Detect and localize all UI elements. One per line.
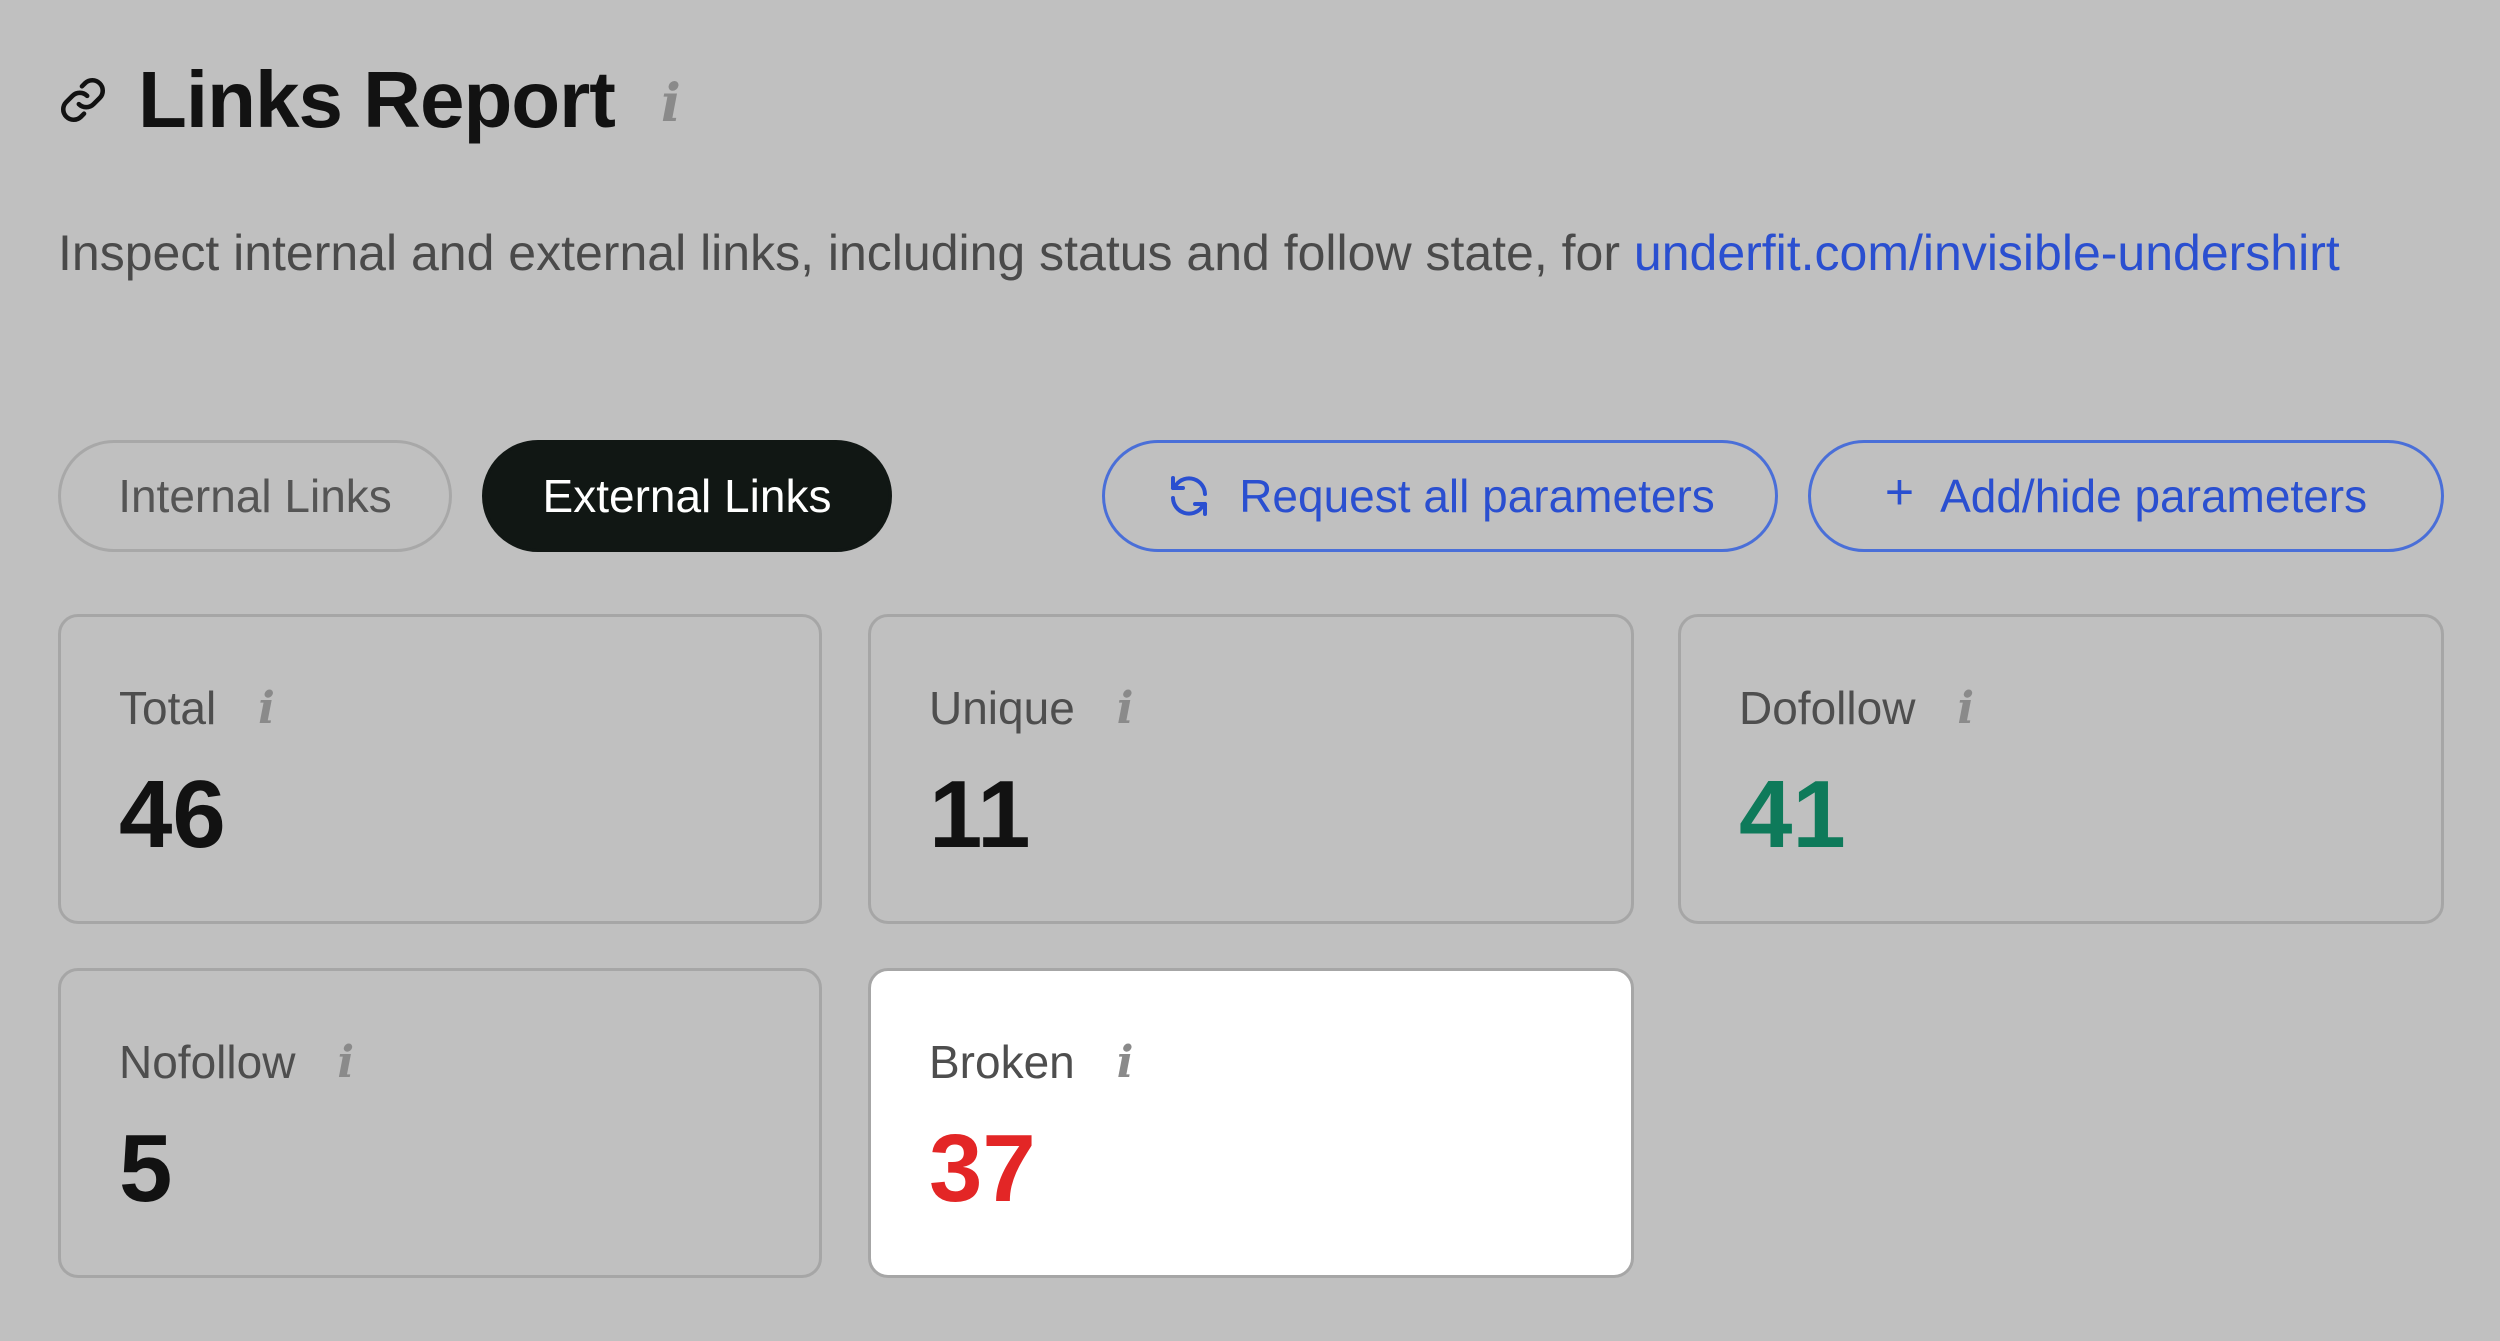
request-all-parameters-button[interactable]: Request all parameters	[1102, 440, 1778, 552]
page-header: Links Report i	[58, 50, 681, 150]
page-title: Links Report	[138, 55, 616, 144]
info-icon[interactable]: i	[1117, 683, 1134, 734]
stat-label-unique: Unique	[929, 682, 1075, 734]
stat-card-broken[interactable]: Broken i 37	[868, 968, 1634, 1278]
stat-label-broken: Broken	[929, 1036, 1075, 1088]
info-icon[interactable]: i	[337, 1037, 354, 1088]
stat-card-dofollow: Dofollow i 41	[1678, 614, 2444, 924]
stat-value-nofollow: 5	[119, 1115, 173, 1222]
stat-value-total: 46	[119, 761, 226, 868]
request-all-parameters-label: Request all parameters	[1239, 470, 1715, 522]
page-description: Inspect internal and external links, inc…	[58, 218, 2418, 288]
refresh-icon	[1165, 472, 1213, 520]
stat-card-nofollow: Nofollow i 5	[58, 968, 822, 1278]
stat-label-dofollow: Dofollow	[1739, 682, 1916, 734]
info-icon[interactable]: i	[258, 683, 275, 734]
tab-external-links[interactable]: External Links	[482, 440, 892, 552]
info-icon[interactable]: i	[661, 73, 681, 134]
stat-value-unique: 11	[929, 761, 1031, 868]
plus-icon: +	[1884, 464, 1915, 520]
stat-label-nofollow: Nofollow	[119, 1036, 296, 1088]
stat-card-total: Total i 46	[58, 614, 822, 924]
add-hide-parameters-button[interactable]: + Add/hide parameters	[1808, 440, 2444, 552]
stat-value-dofollow: 41	[1739, 761, 1846, 868]
link-icon	[58, 75, 108, 125]
stat-value-broken: 37	[929, 1115, 1036, 1222]
add-hide-parameters-label: Add/hide parameters	[1940, 470, 2368, 522]
info-icon[interactable]: i	[1117, 1037, 1134, 1088]
info-icon[interactable]: i	[1957, 683, 1974, 734]
stat-card-unique: Unique i 11	[868, 614, 1634, 924]
tab-internal-links[interactable]: Internal Links	[58, 440, 452, 552]
description-text: Inspect internal and external links, inc…	[58, 225, 1634, 281]
target-url-link[interactable]: underfit.com/invisible-undershirt	[1634, 225, 2340, 281]
stat-label-total: Total	[119, 682, 217, 734]
